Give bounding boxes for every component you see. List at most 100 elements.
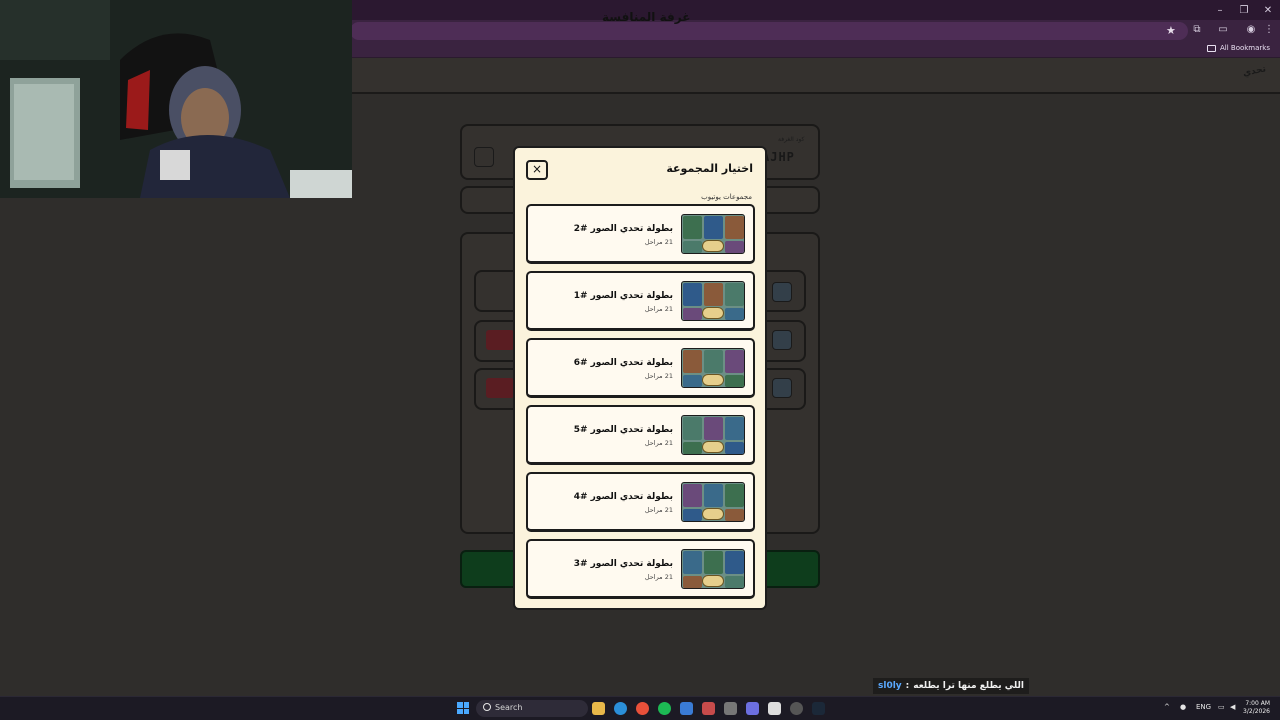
discord-icon[interactable]	[746, 702, 759, 715]
group-card[interactable]: بطولة تحدي الصور #6 21 مراحل	[526, 338, 755, 398]
group-count: 21 مراحل	[644, 573, 673, 581]
thumbnail-badge	[702, 240, 724, 252]
thumbnail-badge	[702, 307, 724, 319]
all-bookmarks-button[interactable]: All Bookmarks	[1206, 44, 1270, 52]
thumbnail-photo	[725, 283, 744, 306]
player-avatar	[772, 282, 792, 302]
thumbnail-photo	[683, 283, 702, 306]
app-icon[interactable]	[790, 702, 803, 715]
all-bookmarks-label: All Bookmarks	[1219, 44, 1270, 52]
group-thumbnail	[681, 549, 745, 589]
thumbnail-photo	[725, 484, 744, 507]
group-card[interactable]: بطولة تحدي الصور #3 21 مراحل	[526, 539, 755, 599]
streamer-camera-image	[0, 0, 352, 198]
obs-icon[interactable]	[768, 702, 781, 715]
close-button[interactable]: ×	[526, 160, 548, 180]
chat-username: sl0ly	[878, 681, 902, 691]
kick-button[interactable]	[486, 330, 514, 350]
kick-button[interactable]	[486, 378, 514, 398]
group-card[interactable]: بطولة تحدي الصور #1 21 مراحل	[526, 271, 755, 331]
thumbnail-photo	[725, 576, 744, 588]
group-count: 21 مراحل	[644, 372, 673, 380]
thumbnail-photo	[704, 350, 723, 373]
group-thumbnail	[681, 482, 745, 522]
microphone-icon[interactable]: ●	[1180, 703, 1186, 711]
profile-icon[interactable]: ◉	[1244, 24, 1258, 38]
group-select-modal: اختيار المجموعة × مجموعات يوتيوب بطولة ت…	[513, 146, 767, 610]
menu-kebab-icon[interactable]: ⋮	[1262, 24, 1276, 38]
volume-icon[interactable]: ◀	[1230, 703, 1235, 711]
thumbnail-photo	[683, 417, 702, 440]
thumbnail-badge	[702, 374, 724, 386]
search-placeholder: Search	[495, 703, 523, 712]
group-card[interactable]: بطولة تحدي الصور #2 21 مراحل	[526, 204, 755, 264]
app-icon[interactable]	[702, 702, 715, 715]
close-icon[interactable]: ✕	[1256, 0, 1280, 20]
language-indicator[interactable]: ENG	[1196, 703, 1211, 711]
chat-message: اللي يطلع منها ترا يطلعه : sl0ly	[873, 678, 1029, 694]
clock-time: 7:00 AM	[1245, 700, 1270, 707]
windows-start-icon[interactable]	[457, 702, 469, 714]
group-card[interactable]: بطولة تحدي الصور #4 21 مراحل	[526, 472, 755, 532]
thumbnail-photo	[683, 216, 702, 239]
restore-icon[interactable]: ❐	[1232, 0, 1256, 20]
webcam-overlay	[0, 0, 352, 198]
group-name: بطولة تحدي الصور #3	[573, 559, 673, 569]
cast-icon[interactable]: ▭	[1216, 24, 1230, 38]
group-card[interactable]: بطولة تحدي الصور #5 21 مراحل	[526, 405, 755, 465]
thumbnail-photo	[704, 216, 723, 239]
thumbnail-photo	[725, 350, 744, 373]
search-icon	[483, 703, 491, 711]
minimize-icon[interactable]: –	[1208, 0, 1232, 20]
page-header	[350, 58, 1280, 94]
group-thumbnail	[681, 281, 745, 321]
windows-taskbar: Search ^ ● ENG ▭ ◀ 7:00 AM 3/2/2026	[0, 696, 1280, 720]
thumbnail-photo	[683, 442, 702, 454]
group-name: بطولة تحدي الصور #6	[573, 358, 673, 368]
thumbnail-photo	[683, 375, 702, 387]
group-name: بطولة تحدي الصور #2	[573, 224, 673, 234]
group-thumbnail	[681, 214, 745, 254]
clock-date: 3/2/2026	[1243, 708, 1270, 715]
page-title: غرفة المنافسة	[602, 10, 691, 24]
thumbnail-badge	[702, 575, 724, 587]
spotify-icon[interactable]	[658, 702, 671, 715]
taskbar-search[interactable]: Search	[476, 700, 588, 717]
bookmark-star-icon[interactable]: ★	[1166, 24, 1176, 37]
room-code-label: كود الغرفة	[778, 136, 805, 143]
thumbnail-photo	[683, 350, 702, 373]
settings-icon[interactable]	[724, 702, 737, 715]
steam-icon[interactable]	[812, 702, 825, 715]
player-avatar	[772, 378, 792, 398]
group-count: 21 مراحل	[644, 238, 673, 246]
group-thumbnail	[681, 348, 745, 388]
chrome-icon[interactable]	[636, 702, 649, 715]
edge-icon[interactable]	[614, 702, 627, 715]
chat-text: اللي يطلع منها ترا يطلعه	[913, 681, 1024, 691]
folder-icon	[1206, 44, 1216, 52]
thumbnail-photo	[725, 442, 744, 454]
thumbnail-photo	[683, 308, 702, 320]
system-clock[interactable]: 7:00 AM 3/2/2026	[1243, 700, 1270, 716]
address-bar[interactable]	[350, 22, 1188, 40]
thumbnail-photo	[683, 241, 702, 253]
thumbnail-photo	[683, 576, 702, 588]
thumbnail-photo	[704, 283, 723, 306]
network-icon[interactable]: ▭	[1218, 703, 1225, 711]
thumbnail-photo	[725, 509, 744, 521]
thumbnail-photo	[704, 484, 723, 507]
chevron-up-icon[interactable]: ^	[1164, 703, 1170, 711]
thumbnail-photo	[725, 551, 744, 574]
thumbnail-photo	[683, 509, 702, 521]
extensions-icon[interactable]: ⧉	[1190, 24, 1204, 38]
file-explorer-icon[interactable]	[592, 702, 605, 715]
thumbnail-photo	[683, 484, 702, 507]
store-icon[interactable]	[680, 702, 693, 715]
group-name: بطولة تحدي الصور #4	[573, 492, 673, 502]
group-count: 21 مراحل	[644, 439, 673, 447]
group-count: 21 مراحل	[644, 305, 673, 313]
copy-icon[interactable]	[474, 147, 494, 167]
group-thumbnail	[681, 415, 745, 455]
modal-title: اختيار المجموعة	[666, 162, 753, 175]
thumbnail-badge	[702, 508, 724, 520]
